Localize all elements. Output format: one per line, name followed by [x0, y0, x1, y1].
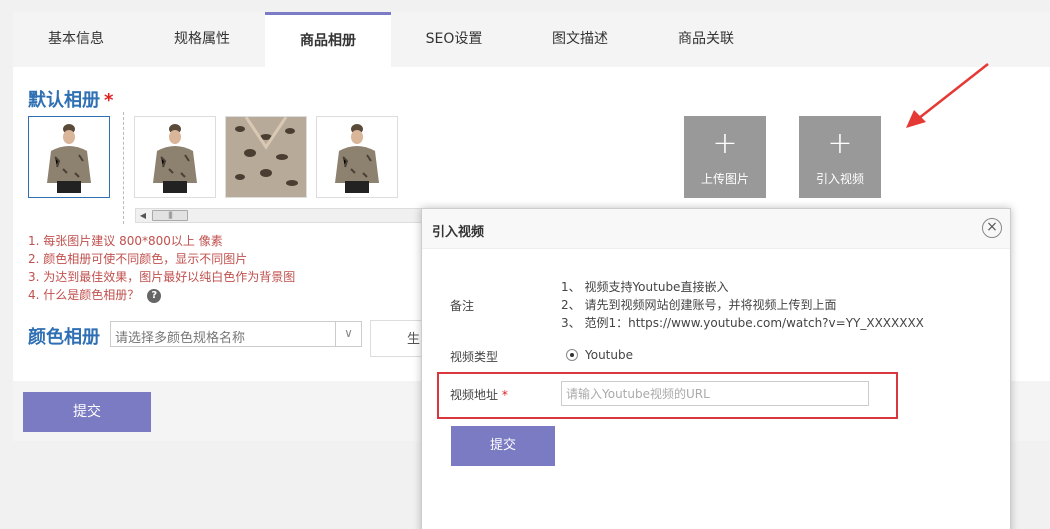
dialog-title: 引入视频 — [432, 225, 485, 240]
thumbnail-divider — [123, 112, 124, 224]
tab-spec-attributes[interactable]: 规格属性 — [139, 12, 265, 67]
import-video-dialog: 引入视频 × 备注 1、 视频支持Youtube直接嵌入 2、 请先到视频网站创… — [421, 208, 1011, 529]
tab-rich-description[interactable]: 图文描述 — [517, 12, 643, 67]
help-icon[interactable]: ? — [147, 288, 162, 303]
album-thumbnail-4[interactable] — [316, 116, 398, 198]
model-photo-icon — [135, 117, 215, 197]
note-line-3: 3、 范例1：https://www.youtube.com/watch?v=Y… — [561, 316, 924, 330]
color-album-title: 颜色相册 — [28, 327, 100, 348]
required-star: * — [104, 90, 114, 111]
video-type-label: 视频类型 — [450, 350, 499, 364]
model-photo-icon — [317, 117, 397, 197]
model-photo-icon — [29, 117, 109, 197]
color-spec-select-placeholder: 请选择多颜色规格名称 — [115, 331, 246, 346]
video-url-label: 视频地址 * — [450, 386, 508, 403]
tip-line-4-text: 4. 什么是颜色相册？ — [28, 288, 140, 302]
note-label: 备注 — [450, 299, 475, 313]
import-video-label: 引入视频 — [815, 172, 864, 186]
video-type-radio-youtube[interactable] — [566, 349, 578, 361]
tip-line-3: 3. 为达到最佳效果，图片最好以纯白色作为背景图 — [28, 270, 296, 284]
import-video-button[interactable]: + 引入视频 — [799, 116, 881, 198]
video-type-option-label[interactable]: Youtube — [585, 348, 633, 362]
dialog-header: 引入视频 × — [422, 209, 1010, 249]
color-spec-select[interactable]: 请选择多颜色规格名称 ∨ — [110, 321, 362, 347]
upload-image-label: 上传图片 — [700, 172, 749, 186]
tab-product-relations[interactable]: 商品关联 — [643, 12, 769, 67]
tip-line-4: 4. 什么是颜色相册？? — [28, 286, 295, 304]
default-album-title: 默认相册 * — [28, 86, 113, 112]
tab-bar: 基本信息 规格属性 商品相册 SEO设置 图文描述 商品关联 — [13, 12, 1050, 67]
video-url-label-text: 视频地址 — [450, 388, 499, 402]
album-thumbnail-1[interactable] — [28, 116, 110, 198]
leopard-fabric-closeup-icon — [226, 117, 306, 197]
tab-seo-settings[interactable]: SEO设置 — [391, 12, 517, 67]
video-url-input[interactable] — [561, 381, 869, 406]
annotation-arrow-icon — [906, 63, 989, 128]
plus-icon: + — [827, 126, 853, 161]
scroll-left-arrow-icon[interactable]: ◀ — [136, 209, 150, 222]
submit-button[interactable]: 提交 — [23, 392, 151, 432]
required-star: * — [501, 388, 508, 402]
plus-icon: + — [712, 126, 738, 161]
note-content: 1、 视频支持Youtube直接嵌入 2、 请先到视频网站创建账号，并将视频上传… — [561, 278, 924, 332]
thumbnail-scrollbar[interactable]: ◀ ||| — [135, 208, 425, 223]
default-album-title-text: 默认相册 — [28, 90, 100, 111]
upload-image-button[interactable]: + 上传图片 — [684, 116, 766, 198]
tab-product-album[interactable]: 商品相册 — [265, 12, 391, 67]
tab-basic-info[interactable]: 基本信息 — [13, 12, 139, 67]
note-line-1: 1、 视频支持Youtube直接嵌入 — [561, 280, 729, 294]
dialog-submit-button[interactable]: 提交 — [451, 426, 555, 466]
album-tips: 1. 每张图片建议 800*800以上 像素 2. 颜色相册可使不同颜色，显示不… — [28, 232, 295, 304]
album-thumbnail-3[interactable] — [225, 116, 307, 198]
close-icon[interactable]: × — [982, 218, 1002, 238]
tip-line-2: 2. 颜色相册可使不同颜色，显示不同图片 — [28, 252, 248, 266]
album-thumbnail-2[interactable] — [134, 116, 216, 198]
scrollbar-thumb[interactable]: ||| — [152, 210, 188, 221]
chevron-down-icon[interactable]: ∨ — [335, 322, 361, 346]
note-line-2: 2、 请先到视频网站创建账号，并将视频上传到上面 — [561, 298, 837, 312]
tip-line-1: 1. 每张图片建议 800*800以上 像素 — [28, 234, 223, 248]
